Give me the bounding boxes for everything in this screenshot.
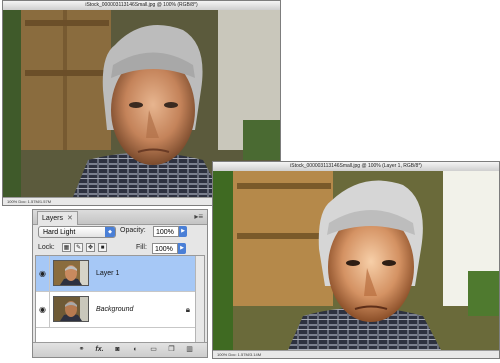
layer-thumbnail: [53, 260, 89, 286]
lock-transparent-pixels-icon[interactable]: ▦: [62, 243, 71, 252]
panel-tab-bar[interactable]: Layers ✕ ▸≡: [33, 210, 207, 225]
new-layer-icon[interactable]: ❐: [167, 345, 176, 354]
fx-icon[interactable]: fx.: [95, 345, 104, 354]
lock-icon: 🔒︎: [185, 305, 190, 314]
window-title: iStock_000003113146Small.jpg @ 100% (RGB…: [85, 2, 198, 8]
fill-label: Fill:: [136, 244, 147, 251]
tab-label: Layers: [42, 215, 64, 222]
close-tab-icon[interactable]: ✕: [67, 215, 73, 222]
layer-name[interactable]: Layer 1: [96, 256, 119, 291]
layers-panel[interactable]: Layers ✕ ▸≡ Hard Light ◆ Opacity: 100% ▶ …: [32, 209, 208, 358]
layer-thumbnail: [53, 296, 89, 322]
lock-position-icon[interactable]: ✥: [86, 243, 95, 252]
layer-name[interactable]: Background: [96, 292, 133, 327]
layer-row-layer-1[interactable]: ◉ Layer 1: [36, 256, 204, 292]
layers-scrollbar[interactable]: [195, 256, 204, 342]
visibility-eye-icon[interactable]: ◉: [36, 292, 50, 327]
opacity-slider-arrow-icon[interactable]: ▶: [179, 226, 187, 237]
trash-icon[interactable]: ▥: [185, 345, 194, 354]
link-icon[interactable]: ⚭: [77, 345, 86, 354]
layers-list[interactable]: ◉ Layer 1 ◉ Background 🔒︎: [35, 255, 205, 343]
image-canvas[interactable]: [213, 171, 499, 350]
opacity-field[interactable]: 100%: [153, 226, 179, 237]
visibility-eye-icon[interactable]: ◉: [36, 256, 50, 291]
panel-footer: ⚭ fx. ◙ ◐ ▭ ❐ ▥: [33, 342, 207, 357]
window-title: iStock_000003113146Small.jpg @ 100% (Lay…: [290, 163, 422, 169]
group-folder-icon[interactable]: ▭: [149, 345, 158, 354]
lock-image-pixels-icon[interactable]: ✎: [74, 243, 83, 252]
portrait-photo-hard-light: [213, 171, 499, 350]
lock-all-icon[interactable]: ■: [98, 243, 107, 252]
opacity-label: Opacity:: [120, 227, 146, 234]
blend-mode-value: Hard Light: [43, 229, 76, 236]
panel-menu-icon[interactable]: ▸≡: [194, 212, 203, 221]
layer-row-background[interactable]: ◉ Background 🔒︎: [36, 292, 204, 328]
chevron-updown-icon: ◆: [105, 227, 115, 237]
window-status-bar: 100% Doc: 1.57M/3.14M: [213, 350, 499, 358]
fill-field[interactable]: 100%: [152, 243, 178, 254]
tab-layers[interactable]: Layers ✕: [37, 211, 78, 225]
mask-icon[interactable]: ◙: [113, 345, 122, 354]
fill-slider-arrow-icon[interactable]: ▶: [178, 243, 186, 254]
document-window-hard-light[interactable]: iStock_000003113146Small.jpg @ 100% (Lay…: [212, 161, 500, 359]
lock-label: Lock:: [38, 244, 55, 251]
adjustment-icon[interactable]: ◐: [131, 345, 140, 354]
blend-mode-select[interactable]: Hard Light ◆: [38, 226, 116, 238]
